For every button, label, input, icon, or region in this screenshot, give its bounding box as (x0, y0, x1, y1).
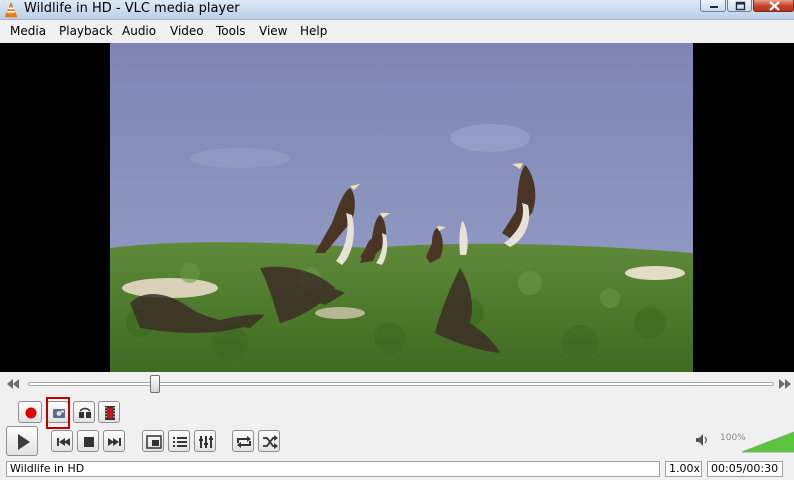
loop-ab-button[interactable] (73, 401, 95, 423)
volume-slider[interactable] (742, 430, 794, 454)
speaker-icon[interactable] (694, 432, 710, 448)
status-bar: Wildlife in HD 1.00x 00:05/00:30 (0, 458, 794, 480)
minimize-button[interactable] (700, 0, 726, 12)
previous-icon (57, 438, 70, 446)
loop-icon (237, 436, 251, 448)
title-bar: Wildlife in HD - VLC media player (0, 0, 794, 20)
vlc-window: Wildlife in HD - VLC media player Media … (0, 0, 794, 480)
play-icon (18, 434, 30, 450)
seek-row (0, 372, 794, 398)
extended-settings-button[interactable] (194, 430, 216, 452)
film-frame-icon (105, 406, 115, 420)
time-display[interactable]: 00:05/00:30 (707, 461, 783, 477)
play-button[interactable] (6, 426, 38, 456)
menu-video[interactable]: Video (170, 24, 204, 39)
snapshot-button[interactable] (47, 401, 69, 423)
close-button[interactable] (753, 0, 794, 12)
menu-audio[interactable]: Audio (122, 24, 156, 39)
equalizer-icon (199, 436, 213, 448)
vlc-cone-icon (5, 2, 17, 18)
close-icon (769, 1, 780, 11)
record-button[interactable] (18, 401, 42, 423)
loop-ab-icon (79, 407, 91, 418)
loop-button[interactable] (232, 430, 254, 452)
maximize-icon (735, 1, 746, 11)
shuffle-button[interactable] (258, 430, 280, 452)
video-frame[interactable] (110, 43, 693, 372)
next-button[interactable] (103, 430, 125, 452)
step-back-icon[interactable] (7, 379, 21, 389)
frame-by-frame-button[interactable] (98, 401, 120, 423)
previous-button[interactable] (51, 430, 73, 452)
playlist-button[interactable] (168, 430, 190, 452)
fullscreen-icon (146, 435, 162, 449)
camera-icon (53, 409, 65, 418)
shuffle-icon (263, 435, 278, 449)
stop-button[interactable] (77, 430, 99, 452)
menu-view[interactable]: View (259, 24, 287, 39)
window-title: Wildlife in HD - VLC media player (24, 1, 240, 16)
seek-handle[interactable] (150, 375, 160, 393)
menu-help[interactable]: Help (300, 24, 327, 39)
menu-media[interactable]: Media (10, 24, 46, 39)
playlist-icon (173, 437, 187, 447)
fullscreen-button[interactable] (142, 430, 164, 452)
menu-playback[interactable]: Playback (59, 24, 113, 39)
stop-icon (84, 437, 94, 447)
seek-bar[interactable] (28, 382, 774, 386)
video-area[interactable] (0, 43, 794, 372)
minimize-icon (710, 6, 718, 8)
record-icon (25, 407, 37, 419)
maximize-button[interactable] (727, 0, 752, 12)
next-icon (108, 438, 121, 446)
step-forward-icon[interactable] (779, 379, 793, 389)
media-name: Wildlife in HD (6, 461, 660, 477)
menu-tools[interactable]: Tools (216, 24, 246, 39)
playback-speed[interactable]: 1.00x (665, 461, 702, 477)
menu-bar: Media Playback Audio Video Tools View He… (0, 21, 794, 42)
